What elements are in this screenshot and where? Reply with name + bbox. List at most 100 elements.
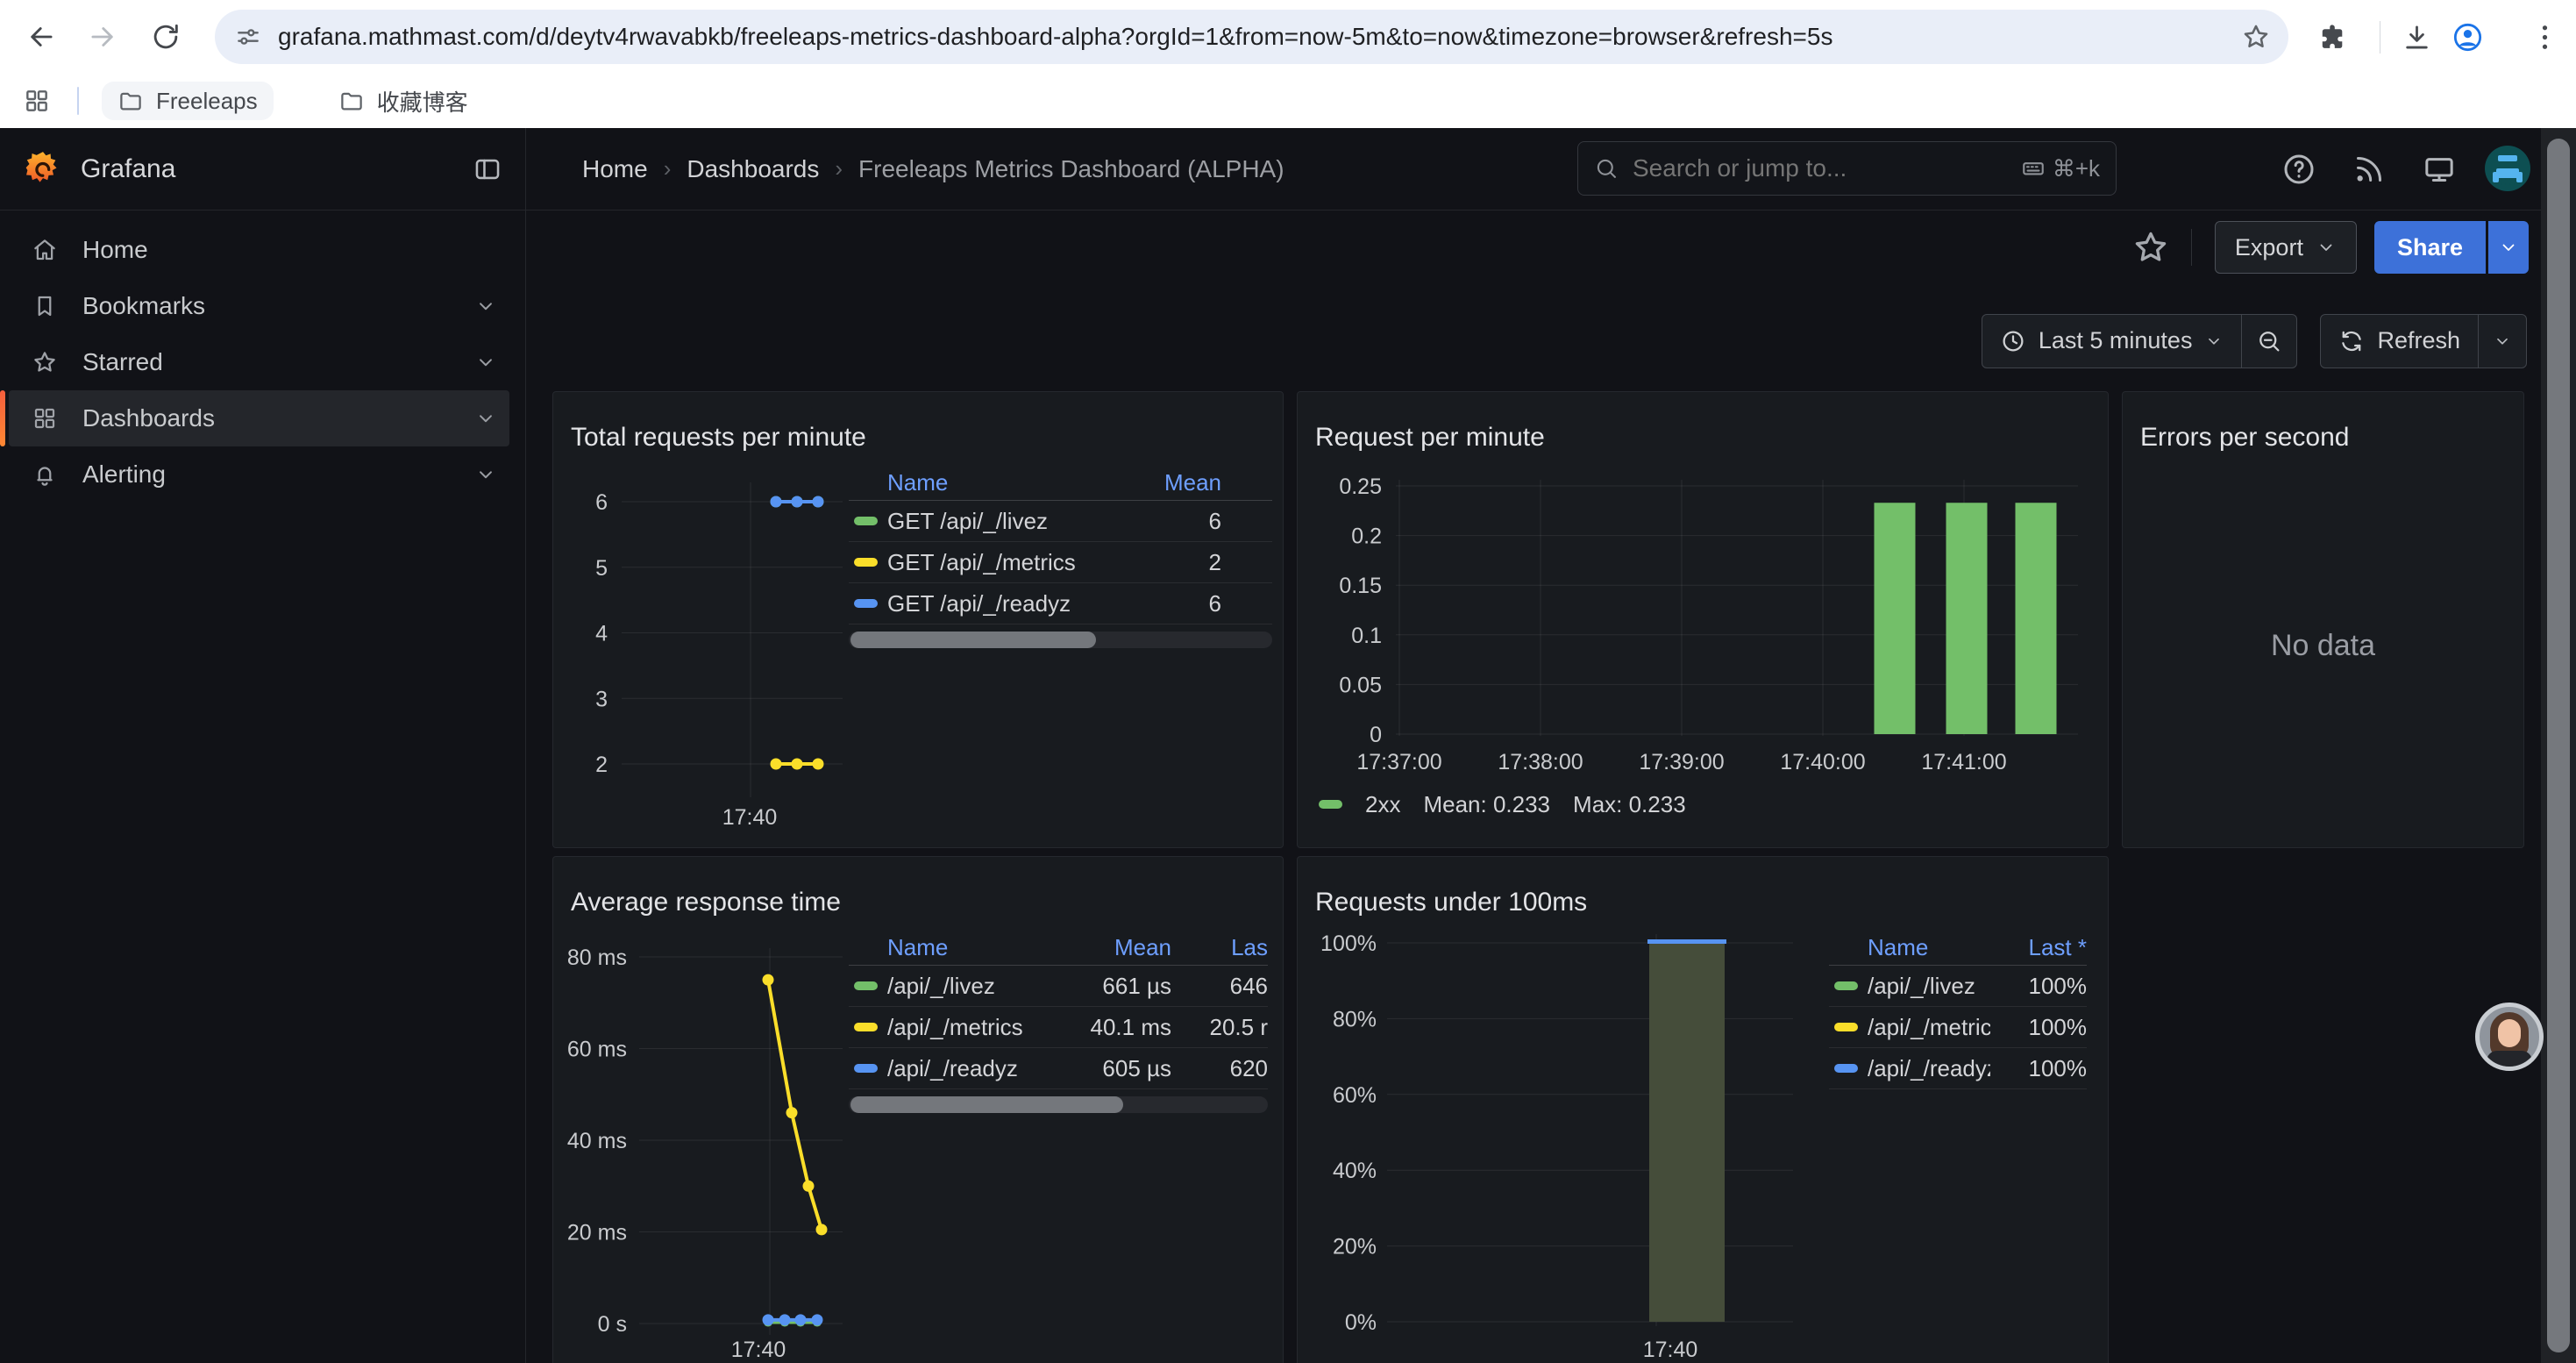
legend-row[interactable]: /api/_/metrics40.1 ms20.5 r	[849, 1007, 1268, 1048]
grafana-app: Grafana HomeBookmarksStarredDashboardsAl…	[0, 128, 2576, 1363]
bookmark-label: 收藏博客	[377, 85, 468, 118]
series-value: 40.1 ms	[1031, 1014, 1171, 1041]
svg-text:0.1: 0.1	[1351, 624, 1382, 648]
bookmark-folder[interactable]: Freeleaps	[102, 82, 274, 120]
legend-scrollbar-thumb[interactable]	[850, 632, 1096, 648]
folder-icon	[338, 88, 365, 114]
user-avatar[interactable]	[2485, 146, 2530, 191]
legend-col[interactable]: Mean	[1031, 934, 1171, 961]
panel-title[interactable]: Average response time	[571, 888, 841, 917]
sidebar-item-bookmarks[interactable]: Bookmarks	[9, 278, 509, 334]
legend-inline[interactable]: 2xx Mean: 0.233 Max: 0.233	[1319, 785, 1686, 824]
breadcrumb-item[interactable]: Dashboards	[687, 155, 819, 183]
legend-row[interactable]: GET /api/_/livez6	[849, 501, 1272, 542]
back-icon[interactable]	[25, 20, 58, 54]
legend-scrollbar[interactable]	[849, 1096, 1268, 1113]
series-color-pill	[854, 558, 878, 567]
monitor-icon[interactable]	[2422, 152, 2457, 187]
series-name[interactable]: /api/_/readyz	[887, 1055, 1031, 1082]
bookmarks-divider	[77, 87, 79, 115]
bookmark-star-icon[interactable]	[2241, 22, 2271, 52]
time-range-picker[interactable]: Last 5 minutes	[1982, 315, 2242, 368]
series-name[interactable]: GET /api/_/livez	[887, 508, 1142, 535]
keyboard-icon	[2021, 155, 2046, 182]
search-shortcut: ⌘+k	[2021, 155, 2100, 182]
breadcrumb-item[interactable]: Home	[582, 155, 648, 183]
series-name[interactable]: GET /api/_/readyz	[887, 590, 1142, 617]
reload-icon[interactable]	[149, 20, 182, 54]
legend-col-name[interactable]: Name	[1868, 934, 1990, 961]
download-icon[interactable]	[2401, 21, 2433, 54]
sidebar-item-dashboards[interactable]: Dashboards	[9, 390, 509, 446]
page-scrollbar[interactable]	[2541, 128, 2576, 1363]
search-box[interactable]: ⌘+k	[1577, 141, 2117, 196]
legend-col[interactable]: Last *	[1990, 934, 2087, 961]
grafana-logo-icon[interactable]	[23, 149, 63, 189]
svg-text:3: 3	[595, 687, 608, 711]
chevron-down-icon	[2493, 332, 2512, 351]
assistant-avatar[interactable]	[2475, 1003, 2544, 1071]
share-dropdown-button[interactable]	[2488, 221, 2529, 274]
help-icon[interactable]	[2281, 152, 2316, 187]
legend-row[interactable]: /api/_/livez661 µs646	[849, 966, 1268, 1007]
legend-row[interactable]: /api/_/readyz100%	[1829, 1048, 2087, 1089]
scrollbar-thumb[interactable]	[2547, 139, 2570, 1352]
legend-scrollbar-thumb[interactable]	[850, 1096, 1123, 1113]
legend-row[interactable]: /api/_/metrics100%	[1829, 1007, 2087, 1048]
extensions-icon[interactable]	[2316, 21, 2349, 54]
legend-row[interactable]: GET /api/_/readyz6	[849, 583, 1272, 624]
panel-title[interactable]: Errors per second	[2140, 423, 2349, 453]
chevron-down-icon[interactable]	[474, 407, 497, 430]
legend-col[interactable]: Las	[1171, 934, 1268, 961]
svg-text:17:40: 17:40	[1643, 1338, 1698, 1362]
profile-icon[interactable]	[2451, 21, 2484, 54]
bookmark-folder[interactable]: 收藏博客	[323, 82, 484, 120]
series-color-pill	[854, 981, 878, 990]
legend-row[interactable]: /api/_/livez100%	[1829, 966, 2087, 1007]
site-settings-icon[interactable]	[234, 23, 262, 51]
menu-kebab-icon[interactable]	[2529, 21, 2561, 54]
export-button[interactable]: Export	[2215, 221, 2357, 274]
sidebar-item-home[interactable]: Home	[9, 222, 509, 278]
sidebar-item-alerting[interactable]: Alerting	[9, 446, 509, 503]
chevron-down-icon[interactable]	[474, 351, 497, 374]
sidebar-item-starred[interactable]: Starred	[9, 334, 509, 390]
collapse-sidebar-icon[interactable]	[473, 154, 502, 184]
series-name[interactable]: /api/_/livez	[887, 973, 1031, 1000]
legend-row[interactable]: /api/_/readyz605 µs620	[849, 1048, 1268, 1089]
url-text: grafana.mathmast.com/d/deytv4rwavabkb/fr…	[278, 23, 1832, 51]
svg-text:0.2: 0.2	[1351, 525, 1382, 549]
share-button[interactable]: Share	[2374, 221, 2486, 274]
panel-title[interactable]: Requests under 100ms	[1315, 888, 1587, 917]
legend-col[interactable]: Mean	[1142, 469, 1221, 496]
chevron-down-icon[interactable]	[474, 463, 497, 486]
legend-row[interactable]: GET /api/_/metrics2	[849, 542, 1272, 583]
legend-col-name[interactable]: Name	[887, 934, 1031, 961]
panel-title[interactable]: Total requests per minute	[571, 423, 866, 453]
legend-col-name[interactable]: Name	[887, 469, 1142, 496]
legend-scrollbar[interactable]	[849, 632, 1272, 648]
series-name[interactable]: /api/_/livez	[1868, 973, 1990, 1000]
forward-icon[interactable]	[86, 20, 119, 54]
search-input[interactable]	[1631, 153, 2009, 183]
series-name[interactable]: GET /api/_/metrics	[887, 549, 1142, 576]
svg-text:17:40:00: 17:40:00	[1780, 750, 1865, 774]
series-value: 661 µs	[1031, 973, 1171, 1000]
series-name[interactable]: /api/_/metrics	[887, 1014, 1031, 1041]
series-name[interactable]: /api/_/readyz	[1868, 1055, 1990, 1082]
refresh-button[interactable]: Refresh	[2321, 315, 2478, 368]
zoom-out-button[interactable]	[2241, 315, 2296, 368]
panel-title[interactable]: Request per minute	[1315, 423, 1545, 453]
address-bar[interactable]: grafana.mathmast.com/d/deytv4rwavabkb/fr…	[215, 10, 2288, 64]
rss-icon[interactable]	[2352, 152, 2387, 187]
svg-text:6: 6	[595, 490, 608, 515]
favorite-star-icon[interactable]	[2131, 228, 2170, 267]
series-name[interactable]: /api/_/metrics	[1868, 1014, 1990, 1041]
chevron-down-icon[interactable]	[474, 295, 497, 318]
refresh-interval-dropdown[interactable]	[2478, 315, 2526, 368]
apps-grid-icon[interactable]	[23, 87, 51, 115]
svg-text:17:40: 17:40	[731, 1338, 786, 1362]
refresh-icon	[2338, 328, 2365, 354]
svg-text:5: 5	[595, 556, 608, 581]
legend-table: NameMeanLas/api/_/livez661 µs646/api/_/m…	[849, 931, 1268, 1113]
